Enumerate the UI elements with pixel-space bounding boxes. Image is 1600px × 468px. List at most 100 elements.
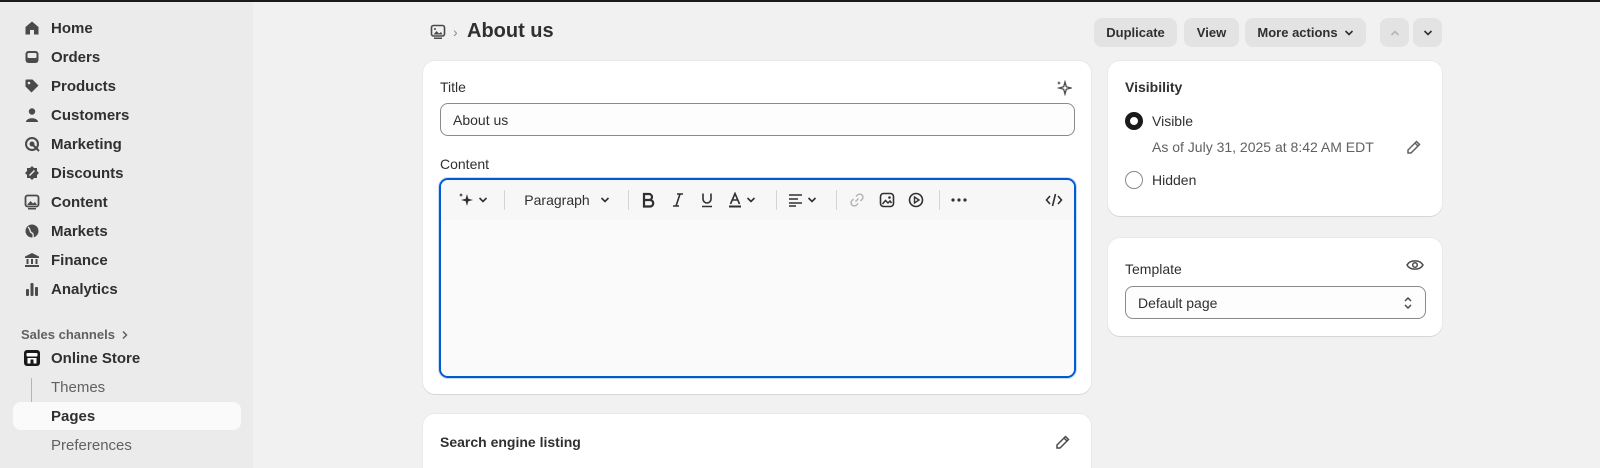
underline-button[interactable] (697, 190, 717, 210)
text-align-button[interactable] (786, 190, 818, 210)
title-input-value: About us (453, 111, 509, 128)
visible-date: As of July 31, 2025 at 8:42 AM EDT (1152, 139, 1374, 155)
sidebar-item-content[interactable]: Content (13, 188, 241, 216)
toolbar-divider (939, 190, 940, 210)
sidebar-item-label: Markets (51, 222, 108, 240)
italic-button[interactable] (668, 190, 688, 210)
sidebar-item-products[interactable]: Products (13, 72, 241, 100)
code-icon (1045, 193, 1063, 207)
title-label: Title (440, 79, 466, 95)
ai-generate-button[interactable] (455, 190, 491, 210)
chevron-right-icon (121, 330, 129, 340)
sidebar-subitem-preferences[interactable]: Preferences (13, 431, 241, 459)
chevron-down-icon (600, 196, 610, 204)
template-label: Template (1125, 261, 1182, 277)
visibility-heading: Visibility (1125, 79, 1183, 95)
more-actions-label: More actions (1257, 25, 1338, 40)
chevron-down-icon (807, 196, 817, 204)
more-actions-button[interactable]: More actions (1245, 18, 1366, 47)
sidebar-item-markets[interactable]: Markets (13, 217, 241, 245)
home-icon (23, 19, 41, 37)
sidebar-item-finance[interactable]: Finance (13, 246, 241, 274)
paragraph-format-select[interactable]: Paragraph (521, 190, 613, 210)
sidebar-item-orders[interactable]: Orders (13, 43, 241, 71)
select-arrows-icon (1403, 296, 1413, 310)
person-icon (23, 106, 41, 124)
next-page-button[interactable] (1413, 18, 1442, 47)
target-icon (23, 135, 41, 153)
more-formatting-button[interactable] (949, 190, 969, 210)
pages-breadcrumb-icon[interactable] (430, 24, 446, 40)
bank-icon (23, 251, 41, 269)
insert-video-button[interactable] (906, 190, 926, 210)
link-icon (849, 192, 865, 208)
page-title: About us (467, 20, 554, 42)
breadcrumb-chevron-icon: › (453, 24, 458, 40)
sidebar-subitem-themes[interactable]: Themes (13, 373, 241, 401)
editor-content-area[interactable] (441, 220, 1074, 376)
sidebar: Home Orders Products Customers Marketing… (0, 2, 253, 468)
edit-visibility-date-button[interactable] (1406, 139, 1422, 155)
sidebar-item-label: Online Store (51, 349, 141, 367)
italic-icon (672, 192, 684, 208)
insert-image-button[interactable] (877, 190, 897, 210)
previous-page-button[interactable] (1380, 18, 1409, 47)
seo-heading: Search engine listing (440, 434, 581, 450)
tag-icon (23, 77, 41, 95)
sidebar-item-marketing[interactable]: Marketing (13, 130, 241, 158)
sidebar-item-label: Analytics (51, 280, 118, 298)
ai-sparkle-icon[interactable] (1056, 80, 1072, 96)
toolbar-divider (776, 190, 777, 210)
sidebar-item-label: Pages (51, 407, 96, 425)
sales-channels-label: Sales channels (21, 327, 115, 342)
template-select-value: Default page (1138, 294, 1218, 311)
view-button[interactable]: View (1184, 18, 1239, 47)
sales-channels-header[interactable]: Sales channels (21, 327, 129, 342)
sidebar-item-label: Discounts (51, 164, 124, 182)
eye-icon (1406, 258, 1424, 272)
discount-icon (23, 164, 41, 182)
preview-template-button[interactable] (1406, 258, 1424, 272)
hidden-label[interactable]: Hidden (1152, 172, 1196, 188)
bar-chart-icon (23, 280, 41, 298)
chevron-up-icon (1390, 29, 1400, 37)
template-select[interactable]: Default page (1125, 286, 1426, 319)
sidebar-item-label: Content (51, 193, 108, 211)
chevron-down-icon (1423, 29, 1433, 37)
sidebar-item-label: Marketing (51, 135, 122, 153)
sidebar-item-discounts[interactable]: Discounts (13, 159, 241, 187)
store-icon (23, 349, 41, 367)
sidebar-subitem-pages[interactable]: Pages (13, 402, 241, 430)
editor-toolbar: Paragraph (441, 180, 1074, 220)
hidden-radio[interactable] (1125, 171, 1143, 189)
paragraph-format-label: Paragraph (524, 192, 590, 208)
sidebar-item-online-store[interactable]: Online Store (13, 344, 241, 372)
sidebar-item-customers[interactable]: Customers (13, 101, 241, 129)
play-circle-icon (908, 192, 924, 208)
rich-text-editor[interactable]: Paragraph (439, 178, 1076, 378)
globe-icon (23, 222, 41, 240)
pencil-icon (1055, 434, 1071, 450)
duplicate-label: Duplicate (1106, 25, 1165, 40)
underline-icon (700, 192, 714, 208)
sidebar-item-label: Products (51, 77, 117, 95)
more-horizontal-icon (951, 198, 967, 202)
sidebar-item-home[interactable]: Home (13, 14, 241, 42)
ai-sparkle-icon (458, 192, 474, 208)
bold-button[interactable] (638, 190, 658, 210)
show-html-button[interactable] (1044, 190, 1064, 210)
text-color-icon (728, 192, 742, 208)
bold-icon (641, 192, 655, 208)
inbox-icon (23, 48, 41, 66)
duplicate-button[interactable]: Duplicate (1094, 18, 1177, 47)
visible-label[interactable]: Visible (1152, 113, 1193, 129)
sidebar-item-analytics[interactable]: Analytics (13, 275, 241, 303)
visible-radio[interactable] (1125, 112, 1143, 130)
insert-link-button[interactable] (847, 190, 867, 210)
title-input[interactable]: About us (440, 103, 1075, 136)
content-label: Content (440, 156, 490, 172)
pencil-icon (1406, 139, 1422, 155)
text-color-button[interactable] (726, 190, 758, 210)
edit-seo-button[interactable] (1055, 434, 1071, 450)
align-left-icon (788, 193, 803, 207)
